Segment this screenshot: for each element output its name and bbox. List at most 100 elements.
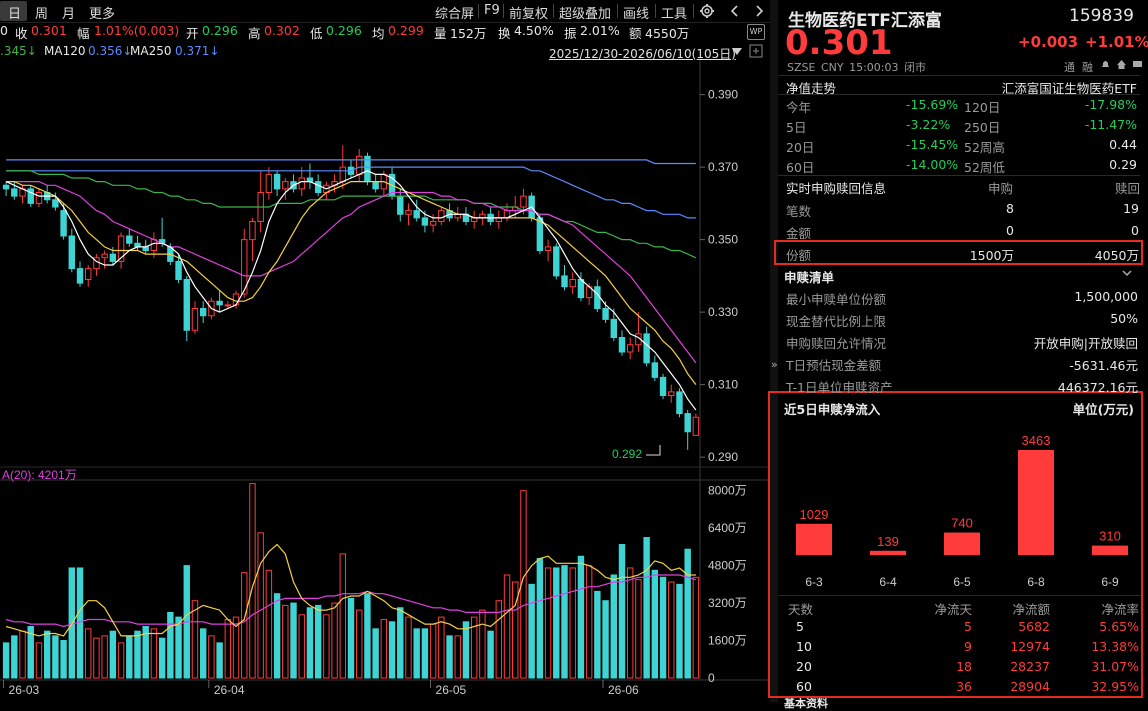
toolbar-divider — [503, 4, 504, 18]
candle-up — [356, 155, 363, 175]
price-tick-label: 0.310 — [708, 378, 738, 392]
period-more-button[interactable]: 更多 — [89, 3, 115, 22]
candle-down — [183, 279, 190, 331]
candle-up — [298, 177, 305, 190]
volume-tick-label: 4800万 — [708, 559, 747, 573]
ma10-line — [6, 180, 697, 385]
price-tick-label: 0.390 — [708, 88, 738, 102]
realtime-title: 实时申购赎回信息 — [786, 181, 887, 196]
volume-bar — [109, 630, 117, 679]
list-header[interactable]: 申赎清单 — [778, 265, 1140, 285]
cart-icon[interactable] — [1132, 59, 1143, 73]
flow-net-amount: 5682 — [1018, 619, 1050, 634]
quote-summary: 0 收 0.301 幅 1.01%(0.003) 开 0.296 高 0.302… — [0, 23, 770, 41]
bell-icon[interactable] — [1100, 59, 1111, 73]
super-overlay-button[interactable]: 超级叠加 — [559, 3, 611, 22]
candle-down — [109, 253, 117, 262]
flow-net-rate: 32.95% — [1091, 679, 1139, 694]
volume-bar — [257, 532, 264, 679]
toolbar-divider — [693, 4, 694, 18]
gear-icon[interactable] — [699, 3, 715, 22]
subscription-label: 申购赎回允许情况 — [786, 336, 887, 351]
flow-stats-header: 天数 净流天 净流额 净流率 — [778, 597, 1140, 617]
period-week-button[interactable]: 周 — [35, 3, 48, 22]
volume-bar — [635, 579, 642, 679]
candle-down — [199, 308, 207, 317]
volume-tick-label: 6400万 — [708, 521, 747, 535]
expand-panel-icon[interactable]: » — [771, 358, 778, 371]
volume-bar — [52, 635, 59, 679]
candle-up — [569, 279, 576, 288]
flow-days: 5 — [796, 619, 804, 634]
perf-period-label: 60日 — [786, 160, 815, 175]
composite-screen-button[interactable]: 综合屏 — [435, 3, 474, 22]
candle-down — [76, 268, 84, 284]
home-icon[interactable] — [1116, 59, 1127, 73]
volume-bar — [331, 602, 338, 679]
chevron-right-icon[interactable] — [752, 3, 766, 22]
perf-period-label: 52周高 — [964, 140, 1005, 155]
candle-up — [282, 181, 289, 190]
volume-tick-label: 1600万 — [708, 634, 747, 648]
period-month-button[interactable]: 月 — [62, 3, 75, 22]
volume-tick-label: 3200万 — [708, 596, 747, 610]
perf-period-label: 250日 — [964, 120, 1001, 135]
candle-up — [405, 210, 412, 215]
ma120-value: 0.356↓ — [88, 44, 133, 58]
low-price-marker: 0.292 — [612, 447, 642, 461]
tag-rong: 融 — [1082, 61, 1093, 74]
chevron-left-icon[interactable] — [728, 3, 742, 22]
close-label: 收 — [15, 26, 28, 41]
wp-badge-icon[interactable]: WP — [747, 24, 765, 40]
flow-days: 10 — [796, 639, 812, 654]
volume-bar — [487, 630, 494, 679]
ma5-line — [5, 170, 697, 411]
candle-down — [610, 318, 617, 338]
subscription-label: T-1日单位申赎资产 — [786, 380, 893, 395]
performance-row: 今年 -15.69% 120日 -17.98% — [778, 95, 1140, 115]
volume-bar — [273, 593, 281, 679]
ma250-label: MA250 — [130, 44, 172, 58]
chevron-down-icon[interactable] — [1122, 266, 1132, 283]
volume-bar — [503, 574, 511, 679]
period-day-button[interactable]: 日 — [8, 3, 21, 22]
close-value: 0.301 — [31, 23, 67, 38]
volume-bar — [126, 635, 133, 679]
date-tick-label: 26-05 — [436, 683, 467, 697]
flow-stats-row: 20 18 28237 31.07% — [778, 657, 1140, 677]
draw-line-button[interactable]: 画线 — [623, 3, 649, 22]
nav-row[interactable]: 净值走势 汇添富国证生物医药ETF — [778, 76, 1140, 96]
toolbar-divider — [553, 4, 554, 18]
ma250-value: 0.371↓ — [175, 44, 220, 58]
candle-up — [85, 268, 92, 280]
subscription-label: 最小申赎单位份额 — [786, 292, 887, 307]
date-tick-label: 26-03 — [9, 683, 40, 697]
volume-bar — [150, 628, 158, 679]
price-change: +0.003 — [1018, 33, 1079, 51]
high-value: 0.302 — [264, 23, 300, 38]
subscription-row: T-1日单位申赎资产 446372.16元 — [778, 375, 1140, 395]
kline-chart[interactable]: 0.390 0.370 0.350 0.330 0.310 0.290 8000万 6400… — [0, 60, 770, 702]
volume-bar — [224, 618, 232, 679]
exchange-meta: SZSE CNY 15:00:03 闭市 — [787, 61, 926, 74]
volume-ma-label: A(20): 4201万 — [2, 468, 77, 482]
flow-stats-col: 净流率 — [1101, 602, 1139, 617]
price-tick-label: 0.290 — [708, 450, 738, 464]
date-tick-label: 26-06 — [608, 683, 639, 697]
candle-down — [651, 362, 659, 378]
amount-label: 额 — [629, 26, 642, 41]
candle-down — [397, 195, 404, 215]
avg-label: 均 — [372, 26, 385, 41]
triangle-down-icon[interactable] — [731, 46, 743, 60]
perf-value: -11.47% — [1084, 117, 1137, 132]
volume-bar — [191, 600, 199, 679]
performance-row: 60日 -14.00% 52周低 0.29 — [778, 155, 1140, 175]
forward-adjust-button[interactable]: 前复权 — [509, 3, 548, 22]
tools-button[interactable]: 工具 — [661, 3, 687, 22]
f9-button[interactable]: F9 — [484, 3, 500, 18]
flow-net-days: 9 — [964, 639, 972, 654]
expand-icon[interactable] — [749, 44, 763, 61]
realtime-redeem: 0 — [1131, 223, 1139, 238]
volume-bar — [676, 583, 683, 679]
date-tick-label: 26-04 — [214, 683, 245, 697]
